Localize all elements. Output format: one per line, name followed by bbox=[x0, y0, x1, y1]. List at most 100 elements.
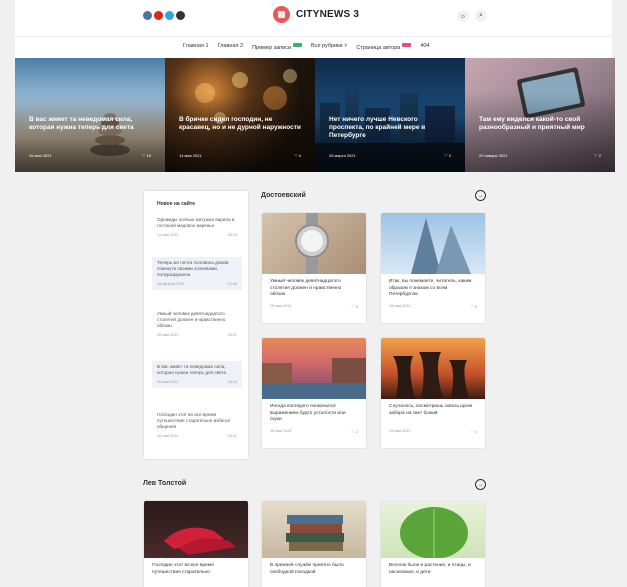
nav-label: 404 bbox=[420, 43, 430, 49]
likes-count[interactable]: ♡ 2 bbox=[594, 153, 601, 158]
nav-item-404[interactable]: 404 bbox=[420, 43, 429, 51]
card-title[interactable]: Господин этот во все время путешествия с… bbox=[144, 558, 248, 587]
nav-item-all-categories[interactable]: Все рубрики ˅ bbox=[311, 43, 347, 51]
likes-count[interactable]: ♡ 4 bbox=[470, 429, 477, 434]
article-card[interactable]: Умный человек девятнадцатого столетия до… bbox=[261, 212, 367, 324]
nav-item-home-2[interactable]: Главная 2 bbox=[218, 43, 244, 51]
article-card[interactable]: Господин этот во все время путешествия с… bbox=[143, 500, 249, 587]
odnoklassniki-icon[interactable] bbox=[176, 11, 185, 20]
hero-card[interactable]: Там ему виделся какой-то свой разнообраз… bbox=[465, 58, 615, 172]
hero-title[interactable]: Там ему виделся какой-то свой разнообраз… bbox=[479, 116, 604, 132]
card-date: 26 мая 2021 bbox=[270, 304, 292, 308]
list-item-title[interactable]: Теперь же почта половина домов покинута … bbox=[157, 260, 237, 278]
hero-date: 20 января 2021 bbox=[479, 153, 508, 158]
list-item-date: 26 мая 2021 bbox=[157, 434, 179, 438]
skyscraper-graphic bbox=[411, 218, 471, 274]
card-title[interactable]: Итак, вы понимаете, читатель, каким обра… bbox=[381, 274, 485, 304]
section-title-tolstoy[interactable]: Лев Толстой bbox=[143, 480, 186, 487]
leaf-graphic bbox=[400, 507, 468, 558]
hero-title[interactable]: В бричке сидел господин, не красавец, но… bbox=[179, 116, 304, 132]
search-icon[interactable]: ⌕ bbox=[475, 10, 487, 22]
main-nav: Главная 1 Главная 2 Пример записи Все ру… bbox=[15, 36, 612, 58]
list-item-time: 18:21 bbox=[227, 434, 237, 438]
shoes-graphic bbox=[164, 527, 236, 555]
card-date: 25 мая 2021 bbox=[389, 304, 411, 308]
article-card[interactable]: Весною были и растения, и птицы, и насек… bbox=[380, 500, 486, 587]
cooling-towers-graphic bbox=[393, 352, 469, 399]
hero-title[interactable]: В вас живет та неведомая сила, которая н… bbox=[29, 116, 154, 132]
list-item-time: 22:06 bbox=[227, 282, 237, 286]
likes-count[interactable]: ♡ 16 bbox=[142, 153, 151, 158]
widget-title: Новое на сайте bbox=[157, 201, 196, 207]
nav-item-author-page[interactable]: Страница автора bbox=[356, 43, 412, 51]
article-card[interactable]: Иногда взглядого понкачался выражением б… bbox=[261, 337, 367, 449]
hero-slider: В вас живет та неведомая сила, которая н… bbox=[15, 58, 615, 172]
nav-label: Главная 1 bbox=[183, 43, 209, 49]
likes-count[interactable]: ♡ 2 bbox=[351, 429, 358, 434]
venice-graphic bbox=[262, 358, 366, 399]
site-logo[interactable]: CITYNEWS 3 bbox=[273, 6, 359, 23]
youtube-icon[interactable] bbox=[154, 11, 163, 20]
list-item-time: 18:21 bbox=[227, 333, 237, 337]
hot-badge bbox=[402, 43, 412, 47]
list-item-time: 18:15 bbox=[227, 233, 237, 237]
card-title[interactable]: Иногда взглядого понкачался выражением б… bbox=[262, 399, 366, 429]
card-title[interactable]: Весною были и растения, и птицы, и насек… bbox=[381, 558, 485, 587]
list-item-title[interactable]: Однажды осенью матушка варила в гостиной… bbox=[157, 217, 237, 229]
books-graphic bbox=[286, 515, 344, 551]
list-item[interactable]: Господин этот во все время путешествия с… bbox=[152, 409, 242, 442]
site-header: CITYNEWS 3 ☼ ⌕ bbox=[15, 0, 612, 36]
watch-image bbox=[262, 213, 366, 274]
new-on-site-widget: Новое на сайте Однажды осенью матушка ва… bbox=[143, 190, 249, 460]
hero-title[interactable]: Нет ничего лучше Невского проспекта, по … bbox=[329, 116, 454, 140]
section-more-button[interactable]: → bbox=[475, 479, 486, 490]
hero-date: 26 марта 2021 bbox=[329, 153, 356, 158]
likes-count[interactable]: ♡ 2 bbox=[444, 153, 451, 158]
list-item-date: 14 мая 2021 bbox=[157, 233, 179, 237]
list-item[interactable]: Однажды осенью матушка варила в гостиной… bbox=[152, 214, 242, 241]
list-item-title[interactable]: Умный человек девятнадцатого столетия до… bbox=[157, 311, 237, 329]
hero-card[interactable]: В вас живет та неведомая сила, которая н… bbox=[15, 58, 165, 172]
list-item[interactable]: Теперь же почта половина домов покинута … bbox=[152, 257, 242, 290]
nav-item-sample-post[interactable]: Пример записи bbox=[252, 43, 303, 51]
hero-card[interactable]: В бричке сидел господин, не красавец, но… bbox=[165, 58, 315, 172]
skyscraper-image bbox=[381, 213, 485, 274]
card-title[interactable]: Случалось, посмотришь сквозь щели забора… bbox=[381, 399, 485, 429]
hero-date: 14 мая 2021 bbox=[179, 153, 202, 158]
nav-label: Пример записи bbox=[252, 45, 292, 51]
article-card[interactable]: Итак, вы понимаете, читатель, каким обра… bbox=[380, 212, 486, 324]
likes-count[interactable]: ♡ 5 bbox=[351, 304, 358, 309]
telegram-icon[interactable] bbox=[165, 11, 174, 20]
article-card[interactable]: В прежней службе приятно было свободной … bbox=[261, 500, 367, 587]
nav-label: Страница автора bbox=[356, 45, 401, 51]
new-badge bbox=[293, 43, 303, 47]
list-item-title[interactable]: Господин этот во все время путешествия с… bbox=[157, 412, 237, 430]
card-title[interactable]: В прежней службе приятно было свободной … bbox=[262, 558, 366, 587]
logo-icon bbox=[273, 6, 290, 23]
leaf-image bbox=[381, 501, 485, 558]
section-title-dostoevsky[interactable]: Достоевский bbox=[261, 192, 306, 199]
vk-icon[interactable] bbox=[143, 11, 152, 20]
list-item-date: 28 августа 2021 bbox=[157, 282, 185, 286]
card-date: 16 мая 2021 bbox=[270, 429, 292, 433]
nav-item-home-1[interactable]: Главная 1 bbox=[183, 43, 209, 51]
list-item-date: 26 мая 2021 bbox=[157, 333, 179, 337]
section-more-button[interactable]: → bbox=[475, 190, 486, 201]
hero-date: 26 мая 2021 bbox=[29, 153, 52, 158]
list-item-date: 26 мая 2021 bbox=[157, 380, 179, 384]
theme-toggle-icon[interactable]: ☼ bbox=[457, 10, 469, 22]
list-item[interactable]: В вас живет та неведомая сила, которая н… bbox=[152, 361, 242, 388]
card-title[interactable]: Умный человек девятнадцатого столетия до… bbox=[262, 274, 366, 304]
nav-label: Все рубрики ˅ bbox=[311, 43, 348, 49]
article-card[interactable]: Случалось, посмотришь сквозь щели забора… bbox=[380, 337, 486, 449]
nav-label: Главная 2 bbox=[217, 43, 244, 49]
list-item[interactable]: Умный человек девятнадцатого столетия до… bbox=[152, 308, 242, 341]
list-item-title[interactable]: В вас живет та неведомая сила, которая н… bbox=[157, 364, 237, 376]
shoes-image bbox=[144, 501, 248, 558]
likes-count[interactable]: ♡ 6 bbox=[470, 304, 477, 309]
hero-card[interactable]: Нет ничего лучше Невского проспекта, по … bbox=[315, 58, 465, 172]
venice-image bbox=[262, 338, 366, 399]
likes-count[interactable]: ♡ 4 bbox=[294, 153, 301, 158]
logo-text: CITYNEWS 3 bbox=[296, 9, 360, 20]
cooling-towers-image bbox=[381, 338, 485, 399]
